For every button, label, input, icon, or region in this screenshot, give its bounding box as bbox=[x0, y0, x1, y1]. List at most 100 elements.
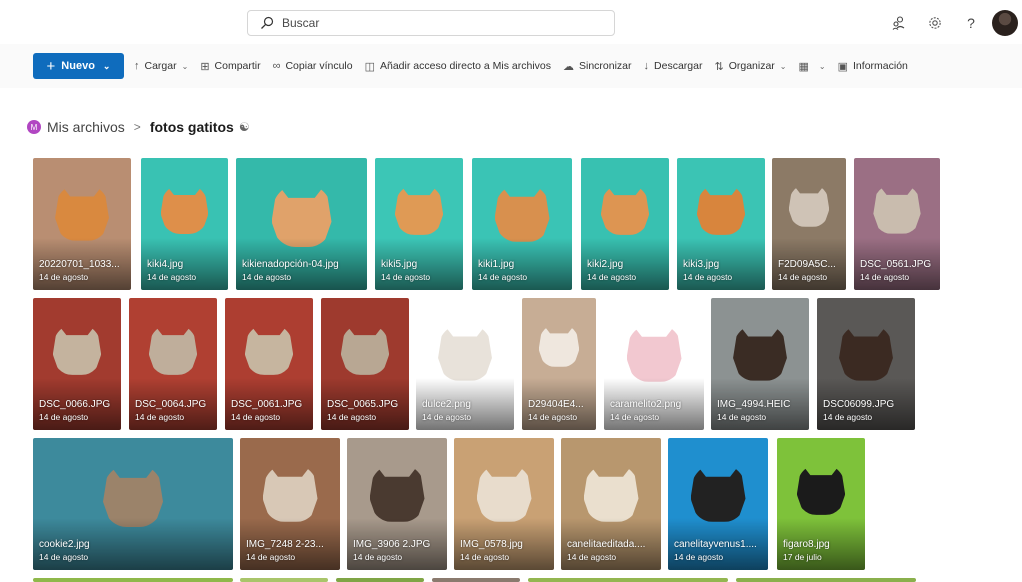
photo-thumbnail bbox=[733, 324, 787, 381]
file-name: DSC_0066.JPG bbox=[39, 399, 111, 410]
file-name: canelitaeditada.... bbox=[567, 539, 646, 550]
file-tile[interactable]: IMG_3906 2.JPG 14 de agosto bbox=[347, 438, 447, 570]
file-tile[interactable]: IMG_0578.jpg 14 de agosto bbox=[454, 438, 554, 570]
file-tile[interactable]: cookie2.jpg 14 de agosto bbox=[33, 438, 233, 570]
file-date: 14 de agosto bbox=[823, 412, 873, 422]
sort-button[interactable]: ⇅ Organizar ⌄ bbox=[714, 60, 786, 73]
file-date: 14 de agosto bbox=[246, 552, 296, 562]
search-box[interactable] bbox=[247, 10, 615, 36]
file-tile[interactable]: 20220701_1033... 14 de agosto bbox=[33, 158, 131, 290]
view-options-button[interactable]: ▦ ⌄ bbox=[799, 60, 826, 73]
photo-thumbnail bbox=[494, 184, 550, 242]
file-date: 14 de agosto bbox=[567, 552, 617, 562]
file-name: figaro8.jpg bbox=[783, 539, 830, 550]
upload-button[interactable]: ↑ Cargar ⌄ bbox=[134, 60, 188, 72]
file-tile-partial[interactable] bbox=[528, 578, 728, 582]
file-tile[interactable]: dulce2.png 14 de agosto bbox=[416, 298, 514, 430]
file-name: IMG_7248 2-23... bbox=[246, 539, 324, 550]
photo-thumbnail bbox=[340, 324, 390, 375]
file-date: 14 de agosto bbox=[353, 552, 403, 562]
chevron-down-icon: ⌄ bbox=[181, 61, 189, 71]
photo-thumbnail bbox=[696, 184, 746, 235]
copy-link-button[interactable]: ∞ Copiar vínculo bbox=[273, 60, 353, 72]
chevron-down-icon: ⌄ bbox=[102, 60, 111, 71]
file-date: 14 de agosto bbox=[242, 272, 292, 282]
breadcrumb-current: fotos gatitos bbox=[149, 119, 234, 135]
file-tile-partial[interactable] bbox=[240, 578, 328, 582]
file-date: 14 de agosto bbox=[39, 552, 89, 562]
add-shortcut-button[interactable]: ◫ Añadir acceso directo a Mis archivos bbox=[365, 60, 551, 73]
sync-label: Sincronizar bbox=[579, 60, 632, 72]
file-tile[interactable]: DSC_0061.JPG 14 de agosto bbox=[225, 298, 313, 430]
file-tile[interactable]: DSC_0064.JPG 14 de agosto bbox=[129, 298, 217, 430]
download-button[interactable]: ↓ Descargar bbox=[644, 60, 703, 72]
file-tile[interactable]: DSC_0065.JPG 14 de agosto bbox=[321, 298, 409, 430]
file-tile[interactable]: D29404E4... 14 de agosto bbox=[522, 298, 596, 430]
file-tile[interactable]: DSC_0561.JPG 14 de agosto bbox=[854, 158, 940, 290]
file-tile[interactable]: kiki5.jpg 14 de agosto bbox=[375, 158, 463, 290]
link-icon: ∞ bbox=[272, 60, 281, 72]
photo-thumbnail bbox=[55, 184, 109, 241]
file-tile[interactable]: IMG_4994.HEIC 14 de agosto bbox=[711, 298, 809, 430]
photo-thumbnail bbox=[160, 184, 209, 235]
sync-button[interactable]: ☁ Sincronizar bbox=[563, 60, 632, 73]
file-tile[interactable]: caramelito2.png 14 de agosto bbox=[604, 298, 704, 430]
file-tile[interactable]: kiki1.jpg 14 de agosto bbox=[472, 158, 572, 290]
file-tile[interactable]: kikienadopción-04.jpg 14 de agosto bbox=[236, 158, 367, 290]
file-name: DSC_0065.JPG bbox=[327, 399, 399, 410]
photo-thumbnail bbox=[839, 324, 893, 381]
breadcrumb-root[interactable]: Mis archivos bbox=[47, 119, 125, 135]
file-date: 14 de agosto bbox=[327, 412, 377, 422]
file-tile-partial[interactable] bbox=[736, 578, 916, 582]
photo-thumbnail bbox=[244, 324, 294, 375]
file-name: DSC_0064.JPG bbox=[135, 399, 207, 410]
file-date: 14 de agosto bbox=[683, 272, 733, 282]
file-tile[interactable]: kiki3.jpg 14 de agosto bbox=[677, 158, 765, 290]
chevron-down-icon: ⌄ bbox=[779, 61, 787, 71]
new-button[interactable]: + Nuevo ⌄ bbox=[33, 53, 124, 79]
plus-icon: + bbox=[46, 57, 56, 75]
people-icon[interactable] bbox=[884, 9, 914, 37]
photo-thumbnail bbox=[690, 464, 746, 522]
file-tile[interactable]: canelitayvenus1.... 14 de agosto bbox=[668, 438, 768, 570]
photo-thumbnail bbox=[538, 324, 580, 367]
photo-thumbnail bbox=[796, 464, 846, 515]
file-tile[interactable]: figaro8.jpg 17 de julio bbox=[777, 438, 865, 570]
file-tile[interactable]: IMG_7248 2-23... 14 de agosto bbox=[240, 438, 340, 570]
file-date: 14 de agosto bbox=[674, 552, 724, 562]
search-icon bbox=[260, 16, 274, 30]
file-tile[interactable]: DSC06099.JPG 14 de agosto bbox=[817, 298, 915, 430]
avatar[interactable] bbox=[992, 10, 1018, 36]
file-date: 14 de agosto bbox=[610, 412, 660, 422]
settings-icon[interactable] bbox=[920, 9, 950, 37]
file-name: kiki5.jpg bbox=[381, 259, 418, 270]
photo-thumbnail bbox=[873, 184, 921, 234]
file-tile[interactable]: kiki2.jpg 14 de agosto bbox=[581, 158, 669, 290]
file-name: kiki1.jpg bbox=[478, 259, 515, 270]
photo-thumbnail bbox=[583, 464, 639, 522]
file-tile-partial[interactable] bbox=[33, 578, 233, 582]
file-tile[interactable]: kiki4.jpg 14 de agosto bbox=[141, 158, 228, 290]
info-label: Información bbox=[853, 60, 908, 72]
shared-icon: ☯ bbox=[238, 120, 250, 134]
copy-link-label: Copiar vínculo bbox=[285, 60, 353, 72]
file-tile[interactable]: canelitaeditada.... 14 de agosto bbox=[561, 438, 661, 570]
file-name: 20220701_1033... bbox=[39, 259, 120, 270]
file-name: kiki4.jpg bbox=[147, 259, 184, 270]
command-bar: + Nuevo ⌄ ↑ Cargar ⌄ ⊞ Compartir ∞ Copia… bbox=[0, 44, 1022, 88]
file-date: 14 de agosto bbox=[717, 412, 767, 422]
file-name: F2D09A5C... bbox=[778, 259, 836, 270]
file-tile[interactable]: DSC_0066.JPG 14 de agosto bbox=[33, 298, 121, 430]
breadcrumb-separator: > bbox=[133, 120, 141, 134]
photo-thumbnail bbox=[148, 324, 198, 375]
search-input[interactable] bbox=[282, 16, 582, 30]
file-name: IMG_4994.HEIC bbox=[717, 399, 791, 410]
file-tile-partial[interactable] bbox=[432, 578, 520, 582]
file-tile[interactable]: F2D09A5C... 14 de agosto bbox=[772, 158, 846, 290]
info-button[interactable]: ▣ Información bbox=[838, 60, 908, 73]
photo-thumbnail bbox=[626, 324, 682, 382]
help-icon[interactable]: ? bbox=[956, 9, 986, 37]
file-tile-partial[interactable] bbox=[336, 578, 424, 582]
share-button[interactable]: ⊞ Compartir bbox=[200, 60, 260, 73]
photo-thumbnail bbox=[600, 184, 650, 235]
